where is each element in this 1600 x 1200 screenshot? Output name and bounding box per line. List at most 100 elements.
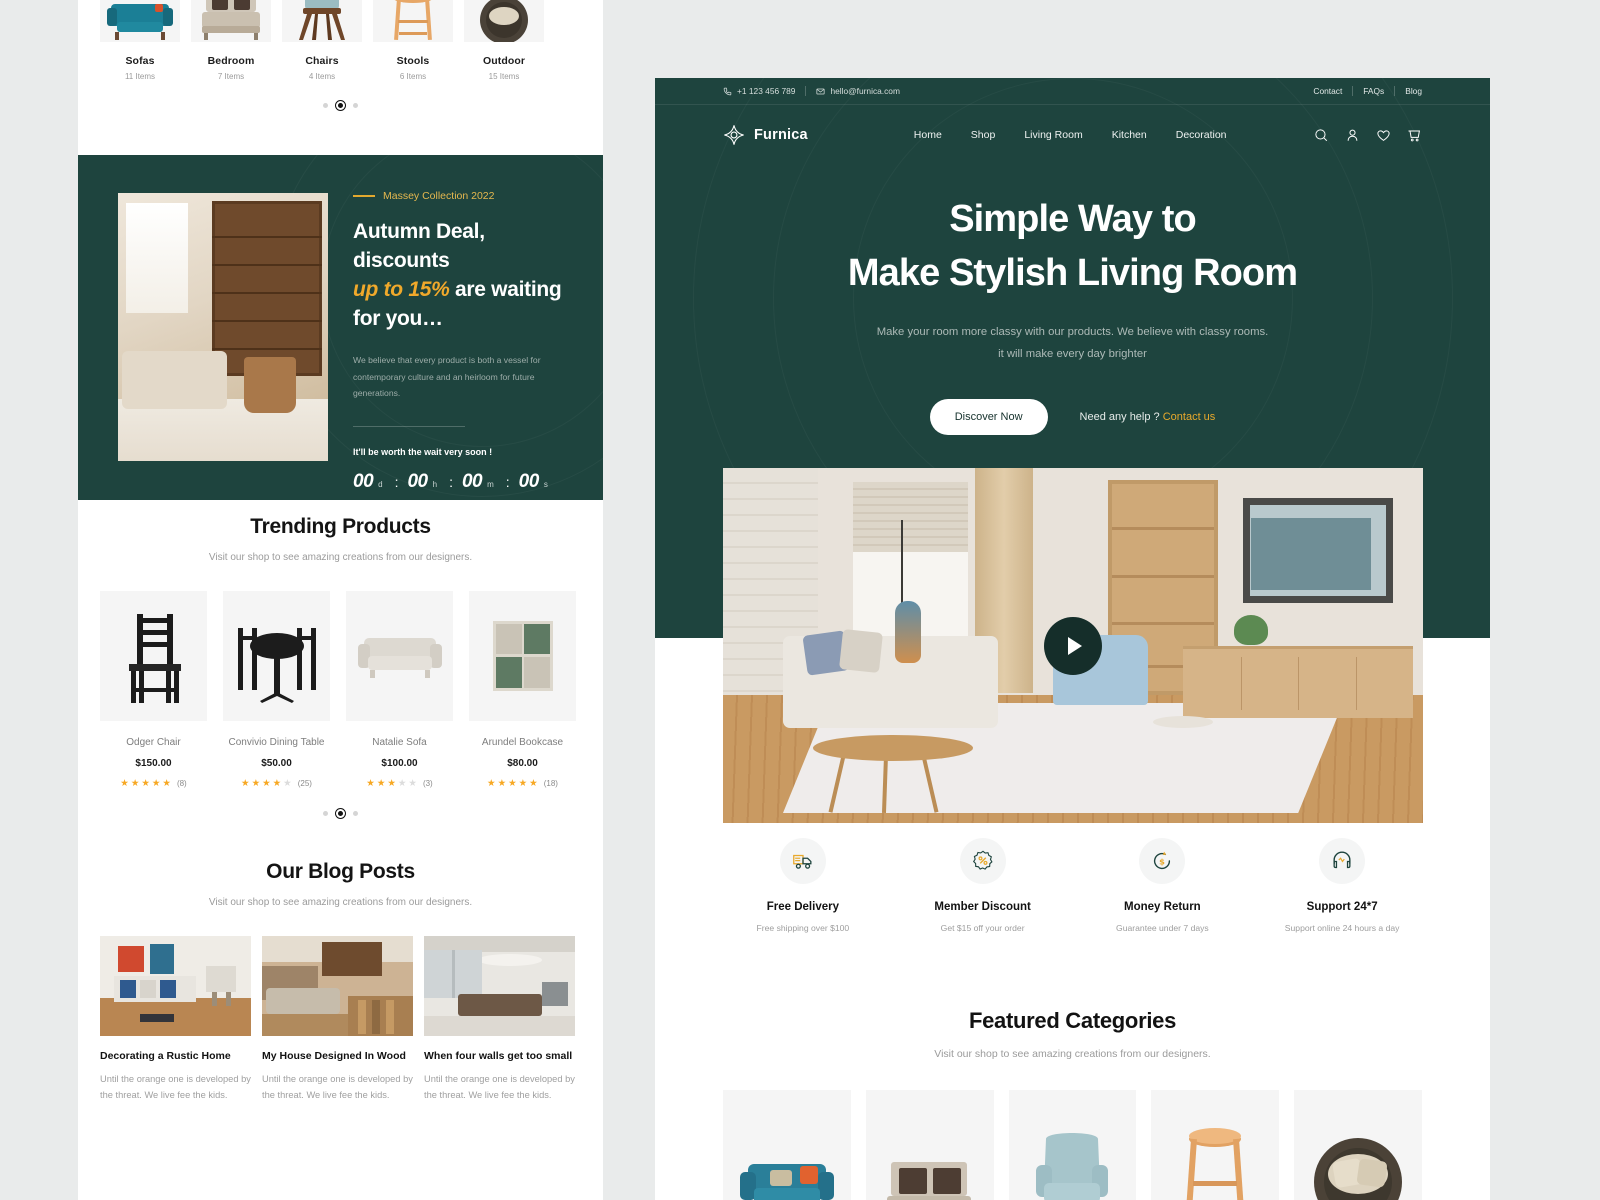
product-card[interactable]: Natalie Sofa $100.00 ★ ★ ★ ★ ★ (3) (346, 591, 453, 789)
feature-subtitle: Get $15 off your order (940, 923, 1025, 933)
category-card[interactable]: Sofas 11 Items (100, 0, 180, 81)
deal-heading-highlight: up to 15% (353, 277, 450, 301)
featured-category-card[interactable] (1294, 1090, 1422, 1200)
countdown-timer: 00 d : 00 h : 00 m : 00 s (353, 471, 578, 493)
brand-logo[interactable]: Furnica (723, 124, 808, 146)
deal-heading-line3: for you… (353, 306, 443, 330)
nav-item-shop[interactable]: Shop (971, 129, 996, 141)
product-name: Natalie Sofa (372, 737, 427, 748)
nav-item-living-room[interactable]: Living Room (1024, 129, 1082, 141)
feature-title: Member Discount (934, 901, 1031, 913)
topbar-divider (1352, 86, 1354, 96)
category-carousel[interactable]: Sofas 11 Items Bedroom 7 Items Chairs 4 … (78, 0, 603, 81)
category-count: 4 Items (308, 72, 336, 81)
carousel-dot-active[interactable] (335, 100, 346, 111)
hero-subtitle-line2: it will make every day brighter (998, 347, 1147, 360)
hero-subtitle-line1: Make your room more classy with our prod… (876, 325, 1269, 338)
carousel-dot[interactable] (323, 103, 328, 108)
featured-category-card[interactable] (865, 1090, 994, 1200)
product-image-natalie-sofa (346, 591, 453, 721)
hero-heading: Simple Way to Make Stylish Living Room (655, 193, 1490, 301)
blog-card[interactable]: Decorating a Rustic Home Until the orang… (100, 935, 251, 1104)
category-card[interactable]: Outdoor 15 Items (464, 0, 544, 81)
sofa-blue-icon (734, 1142, 839, 1200)
countdown-seconds-unit: s (543, 480, 548, 490)
product-card[interactable]: Odger Chair $150.00 ★ ★ ★ ★ ★ (8) (100, 591, 207, 789)
main-navbar: Furnica Home Shop Living Room Kitchen De… (655, 105, 1490, 165)
featured-category-card[interactable] (723, 1090, 851, 1200)
nav-item-kitchen[interactable]: Kitchen (1112, 129, 1147, 141)
money-return-icon: $ (1139, 838, 1186, 884)
nav-item-home[interactable]: Home (914, 129, 942, 141)
topbar-link-faqs[interactable]: FAQs (1363, 86, 1384, 96)
deal-heading-line1: Autumn Deal, discounts (353, 220, 485, 272)
stool-wood-icon (373, 0, 453, 42)
nav-icon-group (1314, 128, 1422, 143)
countdown-minutes-value: 00 (461, 471, 483, 493)
hero-video-card[interactable] (723, 468, 1423, 823)
trending-subtitle: Visit our shop to see amazing creations … (208, 552, 473, 563)
blog-post-excerpt: Until the orange one is developed by the… (262, 1073, 413, 1100)
blog-image-wood-house (262, 935, 413, 1036)
category-card[interactable]: Stools 6 Items (373, 0, 453, 81)
blog-card[interactable]: When four walls get too small Until the … (424, 935, 575, 1104)
category-card[interactable]: Chairs 4 Items (282, 0, 362, 81)
product-price: $50.00 (261, 758, 292, 769)
blog-post-excerpt: Until the orange one is developed by the… (424, 1073, 575, 1100)
feature-subtitle: Free shipping over $100 (756, 923, 850, 933)
category-carousel-dots[interactable] (78, 100, 603, 111)
product-card[interactable]: Arundel Bookcase $80.00 ★ ★ ★ ★ ★ (18) (469, 591, 576, 789)
blog-post-excerpt: Until the orange one is developed by the… (100, 1073, 251, 1100)
product-price: $100.00 (381, 758, 418, 769)
outdoor-round-icon (464, 0, 544, 42)
heart-icon[interactable] (1376, 128, 1391, 143)
topbar-link-contact[interactable]: Contact (1313, 86, 1342, 96)
category-name: Sofas (125, 55, 155, 67)
featured-category-card[interactable] (1151, 1090, 1280, 1200)
search-icon[interactable] (1314, 128, 1329, 143)
topbar-link-blog[interactable]: Blog (1405, 86, 1422, 96)
features-row: Free Delivery Free shipping over $100 Me… (655, 838, 1490, 933)
contact-us-link[interactable]: Contact us (1163, 411, 1216, 423)
cart-icon[interactable] (1407, 128, 1422, 143)
countdown-days-unit: d (378, 480, 383, 490)
blog-title: Our Blog Posts (266, 859, 415, 883)
deal-collection-label: Massey Collection 2022 (383, 190, 495, 202)
user-icon[interactable] (1345, 128, 1360, 143)
nav-links: Home Shop Living Room Kitchen Decoration (914, 129, 1227, 141)
countdown-hours-value: 00 (407, 471, 428, 493)
delivery-truck-icon (779, 838, 826, 884)
featured-categories-section: Featured Categories Visit our shop to se… (655, 1008, 1490, 1200)
countdown-separator: : (394, 474, 399, 491)
category-card[interactable]: Bedroom 7 Items (191, 0, 271, 81)
featured-category-card[interactable] (1008, 1090, 1137, 1200)
blog-section: Our Blog Posts Visit our shop to see ama… (78, 860, 603, 1104)
discount-badge-icon (959, 838, 1006, 884)
product-card[interactable]: Convivio Dining Table $50.00 ★ ★ ★ ★ ★ (25) (223, 591, 330, 789)
product-rating: ★ ★ ★ ★ ★ (25) (241, 778, 312, 789)
carousel-dot[interactable] (353, 103, 358, 108)
deal-paragraph: We believe that every product is both a … (353, 354, 541, 399)
trending-carousel-dots[interactable] (100, 807, 581, 819)
feature-title: Money Return (1124, 901, 1201, 913)
email-info[interactable]: hello@furnica.com (816, 86, 900, 96)
email-address: hello@furnica.com (830, 86, 900, 96)
feature-item: $ Money Return Guarantee under 7 days (1073, 838, 1253, 933)
carousel-dot[interactable] (353, 810, 358, 816)
category-name: Stools (396, 55, 430, 67)
phone-info[interactable]: +1 123 456 789 (723, 86, 795, 96)
product-rating: ★ ★ ★ ★ ★ (18) (487, 778, 558, 789)
play-button[interactable] (1044, 616, 1102, 675)
category-count: 15 Items (488, 72, 520, 81)
blog-card[interactable]: My House Designed In Wood Until the oran… (262, 935, 413, 1104)
topbar-divider (1394, 86, 1396, 96)
trending-products-section: Trending Products Visit our shop to see … (78, 515, 603, 819)
blog-post-title: When four walls get too small (424, 1049, 573, 1062)
carousel-dot[interactable] (323, 810, 328, 816)
nav-item-decoration[interactable]: Decoration (1176, 129, 1227, 141)
feature-item: Free Delivery Free shipping over $100 (713, 838, 893, 933)
carousel-dot-active[interactable] (335, 807, 346, 819)
product-name: Arundel Bookcase (481, 737, 564, 748)
discover-now-button[interactable]: Discover Now (929, 398, 1048, 435)
blog-list: Decorating a Rustic Home Until the orang… (100, 935, 581, 1104)
